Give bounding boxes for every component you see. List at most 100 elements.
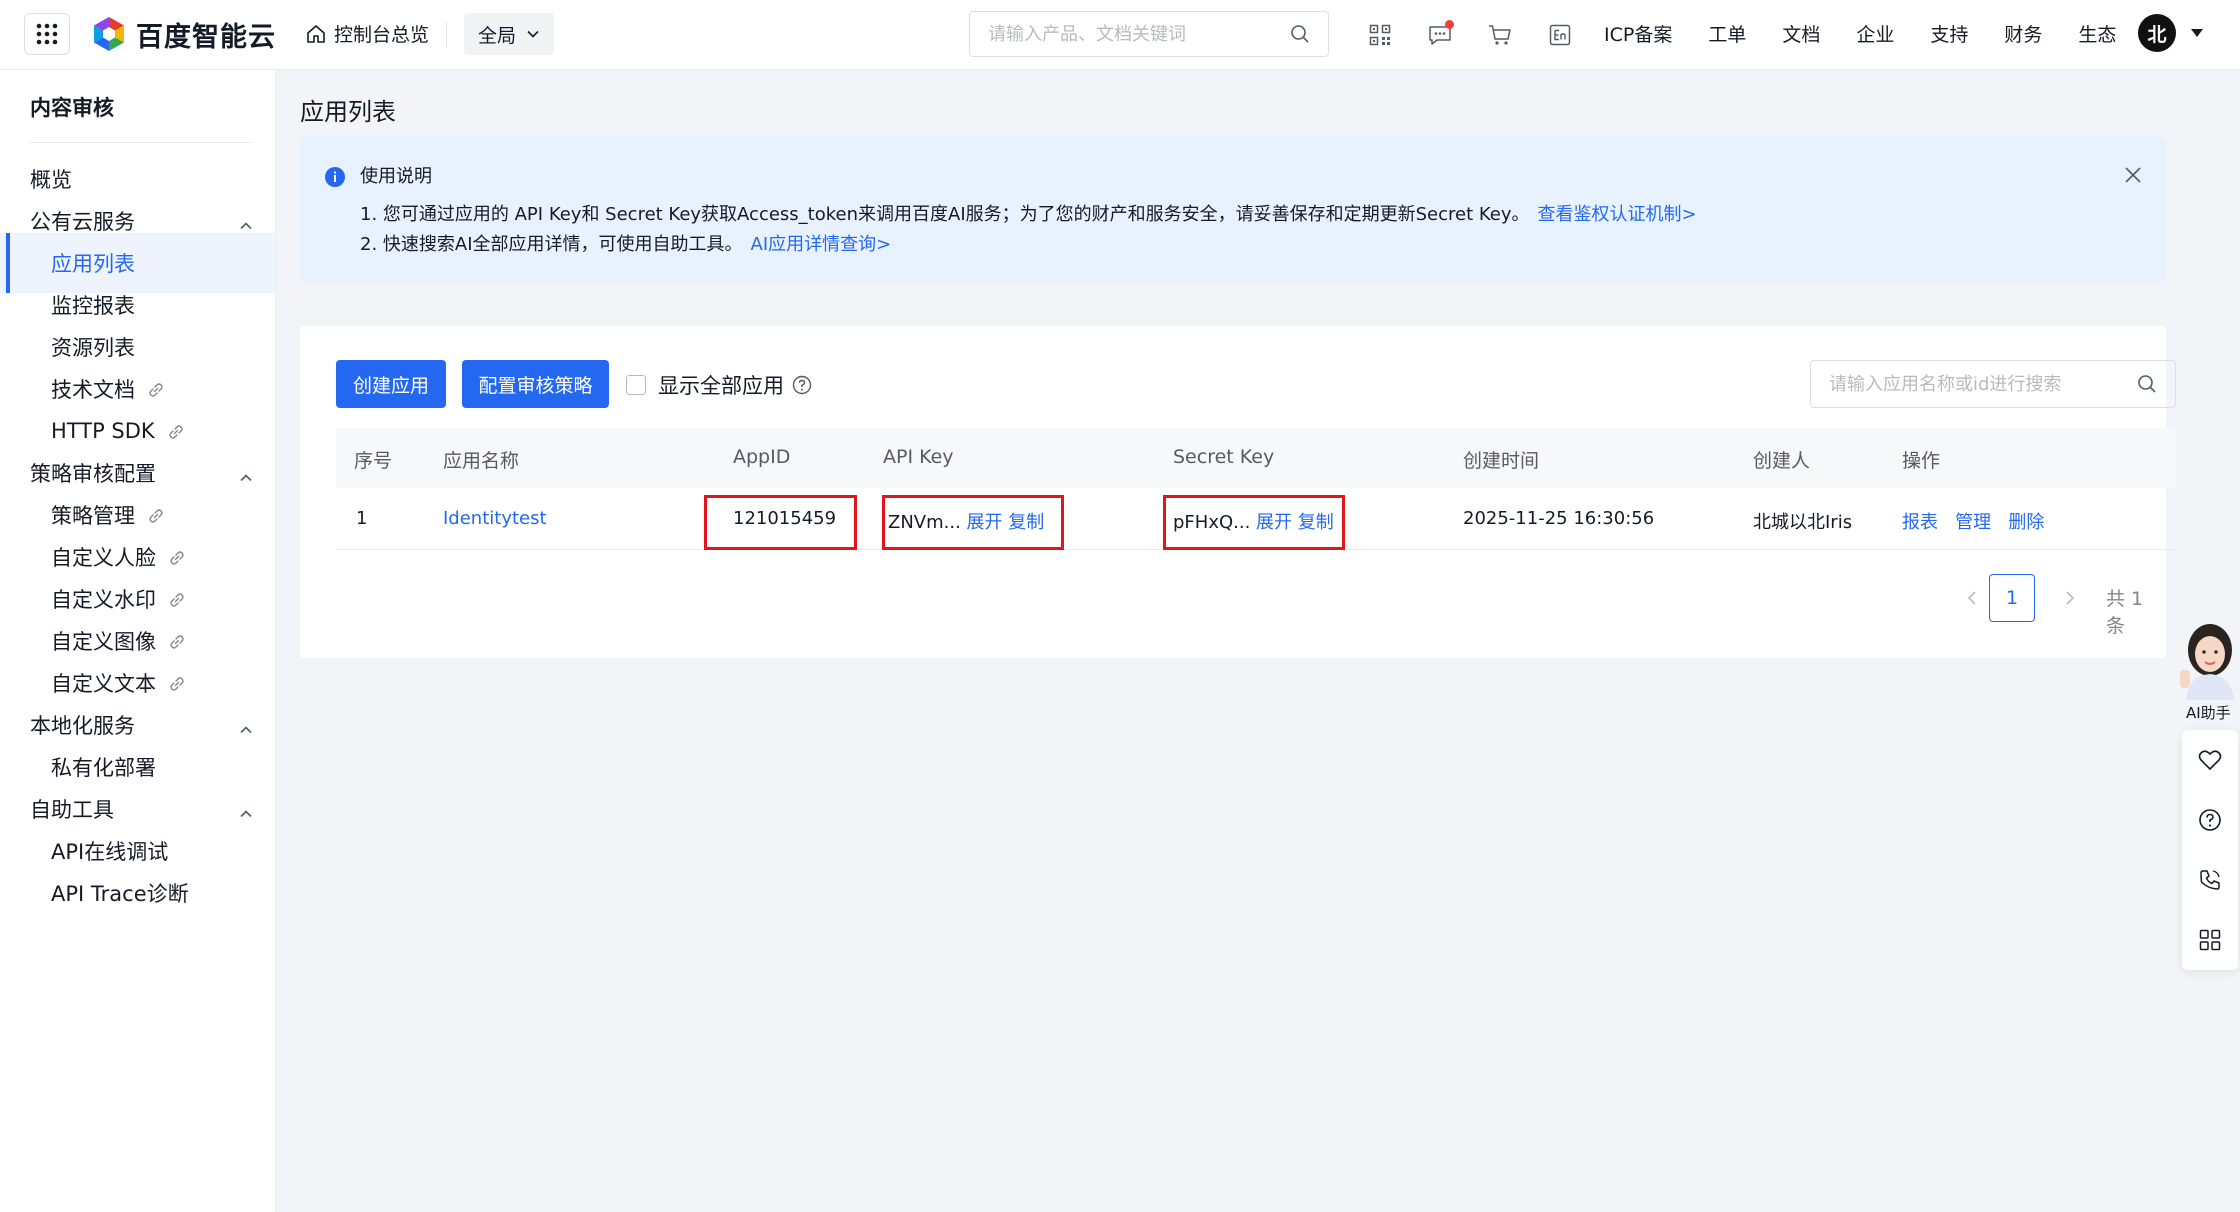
top-icon-group	[1363, 18, 1603, 52]
col-actions: 操作	[1902, 450, 1941, 472]
external-link-icon	[167, 419, 185, 443]
sidebar-item-label: 公有云服务	[30, 210, 135, 234]
notice-title: 使用说明	[360, 166, 432, 187]
app-search[interactable]	[1810, 360, 2176, 408]
external-link-icon	[168, 629, 186, 653]
help-circle-icon[interactable]	[2196, 806, 2224, 834]
col-index: 序号	[354, 450, 393, 472]
brand-name: 百度智能云	[136, 21, 276, 53]
chevron-down-icon	[527, 30, 539, 38]
external-link-icon	[168, 587, 186, 611]
notice-line-1-text: 1. 您可通过应用的 API Key和 Secret Key获取Access_t…	[360, 204, 1530, 225]
phone-icon[interactable]	[2196, 866, 2224, 894]
col-appid: AppID	[733, 446, 791, 468]
sidebar-item-label: 私有化部署	[51, 756, 156, 780]
sidebar-item-label: 自定义人脸	[51, 546, 156, 570]
sidebar-item-label: 应用列表	[51, 252, 135, 276]
sidebar-item-label: 监控报表	[51, 294, 135, 318]
nav-ecosystem[interactable]: 生态	[2078, 20, 2116, 47]
sidebar-item-label: API Trace诊断	[51, 882, 189, 906]
sidebar-item-label: 技术文档	[51, 378, 135, 402]
page-total: 共 1 条	[2106, 588, 2144, 637]
top-bar: 百度智能云 控制台总览 全局 ICP备案 工单 文档 企业 支持 财务	[0, 0, 2240, 70]
favorite-icon[interactable]	[2196, 746, 2224, 774]
sidebar-item-label: 概览	[30, 168, 72, 192]
col-api-key: API Key	[883, 446, 954, 468]
message-icon[interactable]	[1423, 18, 1457, 52]
cart-icon[interactable]	[1483, 18, 1517, 52]
notice-line-2-text: 2. 快速搜索AI全部应用详情，可使用自助工具。	[360, 234, 743, 255]
scope-value: 全局	[477, 24, 516, 47]
notice-line-1: 1. 您可通过应用的 API Key和 Secret Key获取Access_t…	[360, 200, 1697, 226]
ai-assistant-label: AI助手	[2186, 704, 2231, 722]
page-title: 应用列表	[300, 98, 396, 126]
qrcode-icon[interactable]	[1363, 18, 1397, 52]
float-toolbar	[2182, 730, 2238, 970]
external-link-icon	[147, 503, 165, 527]
sidebar-item-label: 自定义水印	[51, 588, 156, 612]
create-app-button[interactable]: 创建应用	[336, 360, 446, 408]
caret-down-icon[interactable]	[2190, 28, 2204, 38]
app-search-input[interactable]	[1829, 373, 2137, 395]
secret-key-highlight	[1163, 495, 1345, 550]
nav-support[interactable]: 支持	[1930, 20, 1968, 47]
brand-logo[interactable]: 百度智能云	[90, 14, 276, 54]
nav-finance[interactable]: 财务	[2004, 20, 2042, 47]
col-app-name: 应用名称	[443, 450, 520, 472]
search-icon[interactable]	[1290, 24, 1310, 44]
language-en-icon[interactable]	[1543, 18, 1577, 52]
sidebar-item-label: 自定义图像	[51, 630, 156, 654]
config-policy-button[interactable]: 配置审核策略	[462, 360, 609, 408]
next-page-icon[interactable]	[2064, 590, 2076, 606]
notification-dot	[1445, 20, 1454, 29]
close-icon[interactable]	[2124, 166, 2142, 184]
nav-icp[interactable]: ICP备案	[1604, 20, 1672, 47]
col-created-time: 创建时间	[1463, 450, 1540, 472]
row-actions: 报表 管理 删除	[1902, 508, 2044, 534]
top-nav: ICP备案 工单 文档 企业 支持 财务 生态	[1604, 20, 2152, 47]
sidebar-item-17[interactable]: API Trace诊断	[0, 863, 275, 923]
show-all-apps-toggle[interactable]: 显示全部应用	[626, 370, 812, 400]
avatar[interactable]: 北	[2138, 14, 2176, 52]
nav-enterprise[interactable]: 企业	[1856, 20, 1894, 47]
notice-line-2: 2. 快速搜索AI全部应用详情，可使用自助工具。 AI应用详情查询>	[360, 230, 891, 256]
created-time: 2025-11-25 16:30:56	[1463, 508, 1655, 529]
sidebar-title: 内容审核	[30, 96, 114, 120]
sidebar: 内容审核 概览 公有云服务 应用列表 监控报表 资源列表 技术文档 HTTP SDK 策略审核…	[0, 70, 276, 1212]
global-search-input[interactable]	[988, 23, 1290, 45]
sidebar-item-label: 自定义文本	[51, 672, 156, 696]
help-icon[interactable]	[792, 375, 812, 395]
row-index: 1	[356, 508, 368, 529]
creator: 北城以北Iris	[1753, 512, 1853, 533]
cloud-logo-icon	[94, 17, 124, 51]
ai-assistant-icon	[2180, 624, 2234, 700]
nav-docs[interactable]: 文档	[1782, 20, 1820, 47]
search-icon[interactable]	[2137, 374, 2157, 394]
report-action[interactable]: 报表	[1902, 512, 1938, 533]
auth-doc-link[interactable]: 查看鉴权认证机制>	[1538, 204, 1697, 225]
scope-select[interactable]: 全局	[464, 13, 554, 55]
divider	[446, 22, 447, 48]
sidebar-item-label: API在线调试	[51, 840, 169, 864]
external-link-icon	[147, 377, 165, 401]
sidebar-item-label: 策略审核配置	[30, 462, 156, 486]
divider	[30, 142, 252, 143]
home-icon	[307, 24, 325, 43]
apps-grid-icon[interactable]	[24, 13, 70, 55]
app-name-link[interactable]: Identitytest	[443, 508, 547, 529]
show-all-checkbox[interactable]	[626, 375, 646, 395]
console-home-link[interactable]: 控制台总览	[306, 20, 429, 47]
manage-action[interactable]: 管理	[1955, 512, 1991, 533]
sidebar-item-label: 策略管理	[51, 504, 135, 528]
grid-menu-icon[interactable]	[2196, 926, 2224, 954]
global-search[interactable]	[969, 11, 1329, 57]
page-1-button[interactable]: 1	[1989, 574, 2035, 622]
show-all-label: 显示全部应用	[658, 374, 784, 398]
nav-ticket[interactable]: 工单	[1708, 20, 1746, 47]
prev-page-icon[interactable]	[1966, 590, 1978, 606]
delete-action[interactable]: 删除	[2008, 512, 2044, 533]
app-name[interactable]: Identitytest	[443, 508, 547, 529]
col-secret-key: Secret Key	[1173, 446, 1275, 468]
col-creator: 创建人	[1753, 450, 1811, 472]
ai-app-query-link[interactable]: AI应用详情查询>	[751, 234, 892, 255]
